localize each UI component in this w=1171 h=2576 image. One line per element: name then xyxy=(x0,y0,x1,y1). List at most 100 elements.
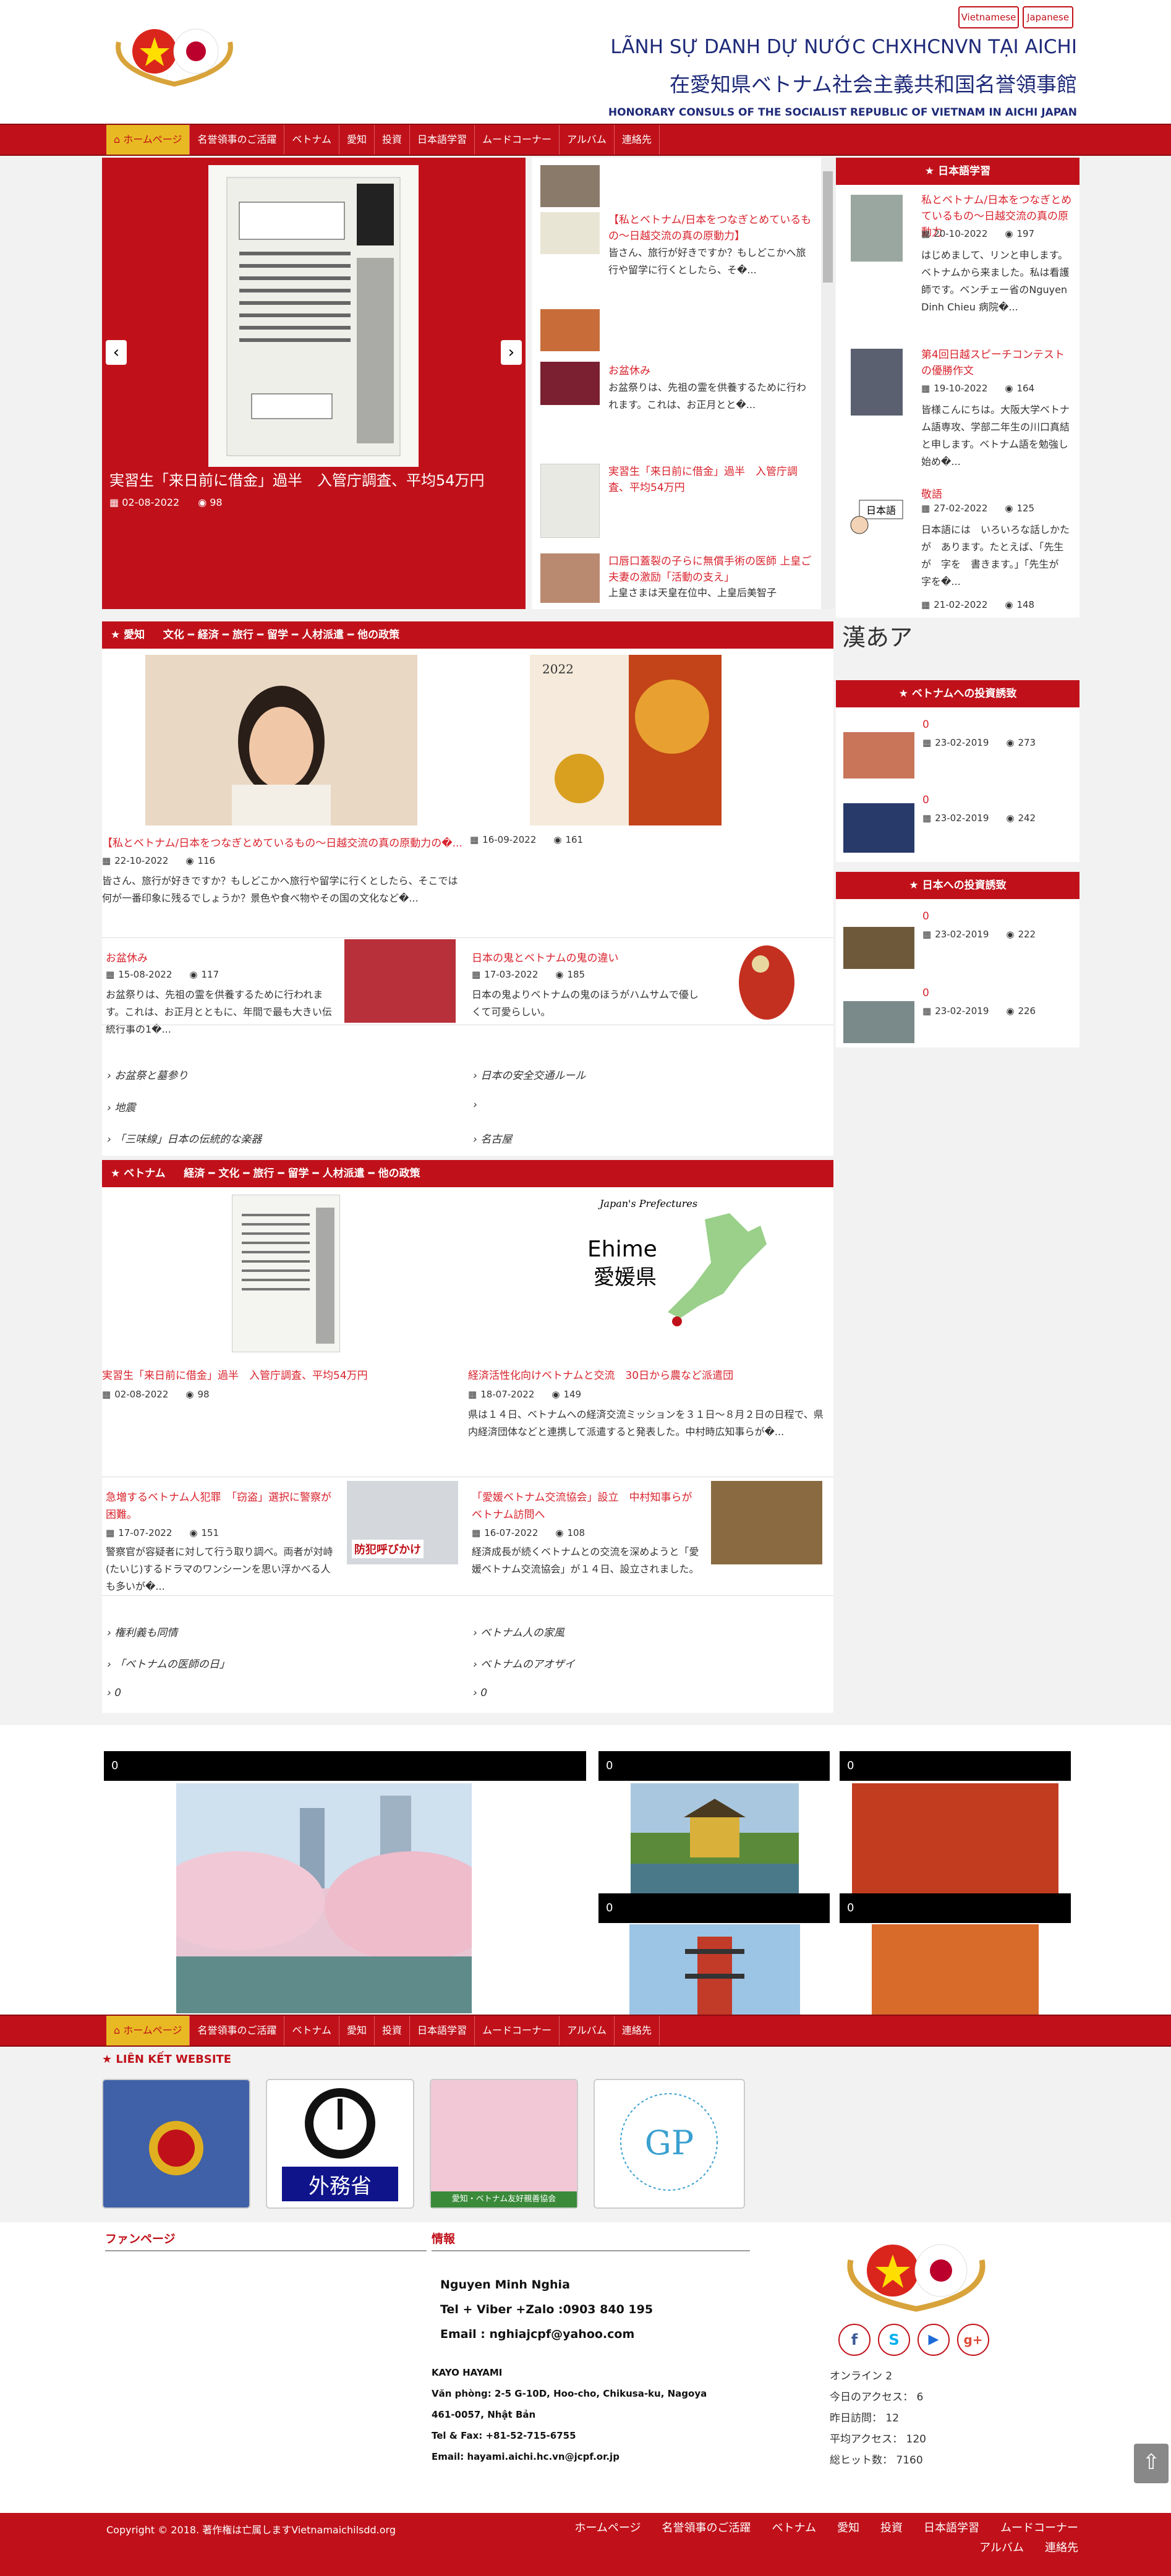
lang-vietnamese-button[interactable]: Vietnamese xyxy=(958,6,1019,28)
aichi-sub[interactable]: 人材派遣 xyxy=(302,629,344,641)
aichi-link[interactable]: › 日本の安全交通ルール xyxy=(473,1067,586,1082)
study-title[interactable]: 敬語 xyxy=(921,485,1073,501)
study-thumb[interactable]: 日本語 xyxy=(847,494,909,542)
vietnam-link[interactable]: › ベトナム人の家風 xyxy=(473,1624,564,1639)
nav-item-invest[interactable]: 投資 xyxy=(375,125,411,155)
site-logo[interactable] xyxy=(106,17,242,88)
vietnam-title[interactable]: 実習生「来日前に借金」過半 入管庁調査、平均54万円 xyxy=(102,1367,368,1382)
nav-item-mood[interactable]: ムードコーナー xyxy=(475,2016,560,2045)
vietnam-thumb[interactable] xyxy=(232,1195,340,1352)
footer-logo[interactable] xyxy=(836,2232,997,2313)
company-email[interactable]: Email: hayami.aichi.hc.vn@jcpf.or.jp xyxy=(432,2451,620,2462)
youtube-icon[interactable]: ▶ xyxy=(918,2324,950,2356)
study-thumb[interactable] xyxy=(851,195,903,262)
invest-title[interactable]: 0 xyxy=(922,910,929,923)
nav-item-invest[interactable]: 投資 xyxy=(375,2016,411,2045)
vietnam-thumb[interactable]: 防犯呼びかけ xyxy=(347,1481,458,1564)
aichi-title[interactable]: 日本の鬼とベトナムの鬼の違い xyxy=(472,949,619,965)
news-thumb[interactable] xyxy=(540,553,600,603)
aichi-title[interactable]: 【私とベトナム/日本をつなぎとめているもの～日越交流の真の原動力の�... xyxy=(102,834,479,850)
vietnam-sub[interactable]: 人材派遣 xyxy=(323,1167,365,1180)
vietnam-link[interactable]: › 0 xyxy=(107,1687,121,1699)
nav-item-home[interactable]: ⌂ ホームページ xyxy=(106,125,190,155)
gallery-caption[interactable]: 0 xyxy=(104,1751,586,1781)
vietnam-link[interactable]: › 「ベトナムの医師の日」 xyxy=(107,1655,230,1671)
vietnam-link[interactable]: › 権利義も同情 xyxy=(107,1624,177,1639)
link-logo-aichi[interactable]: 愛知・ベトナム友好親善協会 xyxy=(430,2079,578,2209)
news-thumb[interactable] xyxy=(540,309,600,351)
vietnam-thumb[interactable]: Japan's Prefectures Ehime 愛媛県 xyxy=(575,1195,779,1352)
nav-item-japanese[interactable]: 日本語学習 xyxy=(410,2016,475,2045)
news-title[interactable]: 口唇口蓋裂の子らに無償手術の医師 上皇ご夫妻の激励「活動の支え」 xyxy=(608,553,812,586)
aichi-thumb[interactable] xyxy=(145,655,417,825)
nav-item-japanese[interactable]: 日本語学習 xyxy=(410,125,475,155)
footer-nav-japanese[interactable]: 日本語学習 xyxy=(924,2519,979,2535)
invest-title[interactable]: 0 xyxy=(922,987,929,999)
news-title[interactable]: 実習生「来日前に借金」過半 入管庁調査、平均54万円 xyxy=(608,464,812,496)
vietnam-thumb[interactable] xyxy=(711,1481,822,1564)
slider-next-button[interactable]: › xyxy=(501,340,522,365)
invest-thumb[interactable] xyxy=(843,803,914,853)
news-thumb[interactable] xyxy=(540,165,600,207)
gallery-image[interactable] xyxy=(631,1783,799,1895)
nav-item-consul[interactable]: 名誉領事のご活躍 xyxy=(190,2016,285,2045)
footer-nav-invest[interactable]: 投資 xyxy=(880,2519,903,2535)
gallery-caption[interactable]: 0 xyxy=(840,1751,1071,1781)
facebook-icon[interactable]: f xyxy=(838,2324,871,2356)
aichi-link[interactable]: › 「三味線」日本の伝統的な楽器 xyxy=(107,1130,262,1146)
vietnam-sub[interactable]: 留学 xyxy=(288,1167,309,1180)
google-plus-icon[interactable]: g+ xyxy=(957,2324,989,2356)
nav-item-aichi[interactable]: 愛知 xyxy=(339,2016,375,2045)
footer-nav-mood[interactable]: ムードコーナー xyxy=(1000,2519,1078,2535)
link-logo-mofa[interactable]: 外務省 xyxy=(266,2079,414,2209)
nav-item-contact[interactable]: 連絡先 xyxy=(615,125,660,155)
vietnam-sub[interactable]: 旅行 xyxy=(253,1167,274,1180)
news-thumb[interactable] xyxy=(540,464,600,538)
back-to-top-button[interactable]: ⇧ xyxy=(1134,2444,1169,2483)
nav-item-vietnam[interactable]: ベトナム xyxy=(284,2016,339,2045)
aichi-link[interactable]: › 地震 xyxy=(107,1099,135,1114)
nav-item-home[interactable]: ⌂ ホームページ xyxy=(106,2016,190,2045)
aichi-bar-main[interactable]: 愛知 xyxy=(124,629,145,641)
aichi-sub[interactable]: 経済 xyxy=(198,629,219,641)
study-title[interactable]: 第4回日越スピーチコンテストの優勝作文 xyxy=(921,347,1073,379)
gallery-caption[interactable]: 0 xyxy=(840,1893,1071,1923)
invest-title[interactable]: 0 xyxy=(922,794,929,806)
news-title[interactable]: 【私とベトナム/日本をつなぎとめているもの～日越交流の真の原動力】 xyxy=(608,212,812,244)
link-logo-gp[interactable]: GP xyxy=(594,2079,745,2209)
vietnam-sub[interactable]: 他の政策 xyxy=(378,1167,420,1180)
vietnam-link[interactable]: › 0 xyxy=(473,1687,487,1699)
vietnam-sub[interactable]: 経済 xyxy=(184,1167,205,1180)
vietnam-title[interactable]: 急増するベトナム人犯罪 「窃盗」選択に警察が困難。 xyxy=(106,1489,338,1524)
kanji-banner[interactable]: 漢あア xyxy=(842,618,913,652)
news-thumb[interactable] xyxy=(540,212,600,254)
aichi-title[interactable]: お盆休み xyxy=(106,949,148,965)
gallery-image[interactable] xyxy=(852,1783,1058,1895)
lang-japanese-button[interactable]: Japanese xyxy=(1023,6,1073,28)
gallery-caption[interactable]: 0 xyxy=(598,1751,830,1781)
aichi-sub[interactable]: 旅行 xyxy=(232,629,253,641)
news-title[interactable]: お盆休み xyxy=(608,362,812,377)
invest-vn-heading[interactable]: ★ ベトナムへの投資誘致 xyxy=(836,680,1079,707)
footer-nav-vietnam[interactable]: ベトナム xyxy=(772,2519,816,2535)
gallery-caption[interactable]: 0 xyxy=(598,1893,830,1923)
aichi-thumb[interactable]: 2022 xyxy=(530,655,722,825)
nav-item-aichi[interactable]: 愛知 xyxy=(339,125,375,155)
gallery-image[interactable] xyxy=(176,1783,472,2013)
skype-icon[interactable]: S xyxy=(878,2324,910,2356)
aichi-link[interactable]: › 名古屋 xyxy=(473,1130,512,1146)
study-thumb[interactable] xyxy=(851,349,903,416)
featured-slider[interactable]: ‹ › 実習生「来日前に借金」過半 入管庁調査、平均54万円 ▦ 02-08-2… xyxy=(102,158,526,609)
vietnam-title[interactable]: 「愛媛ベトナム交流協会」設立 中村知事らがベトナム訪問へ xyxy=(472,1489,700,1524)
nav-item-mood[interactable]: ムードコーナー xyxy=(475,125,560,155)
invest-jp-heading[interactable]: ★ 日本への投資誘致 xyxy=(836,872,1079,899)
vietnam-title[interactable]: 経済活性化向けベトナムと交流 30日から農など派遣団 xyxy=(468,1367,733,1382)
invest-thumb[interactable] xyxy=(843,927,914,969)
footer-nav-contact[interactable]: 連絡先 xyxy=(1045,2539,1078,2555)
nav-item-album[interactable]: アルバム xyxy=(560,2016,615,2045)
invest-thumb[interactable] xyxy=(843,732,914,778)
aichi-thumb[interactable] xyxy=(711,939,822,1023)
news-thumb[interactable] xyxy=(540,362,600,405)
nav-item-contact[interactable]: 連絡先 xyxy=(615,2016,660,2045)
vietnam-sub[interactable]: 文化 xyxy=(218,1167,239,1180)
